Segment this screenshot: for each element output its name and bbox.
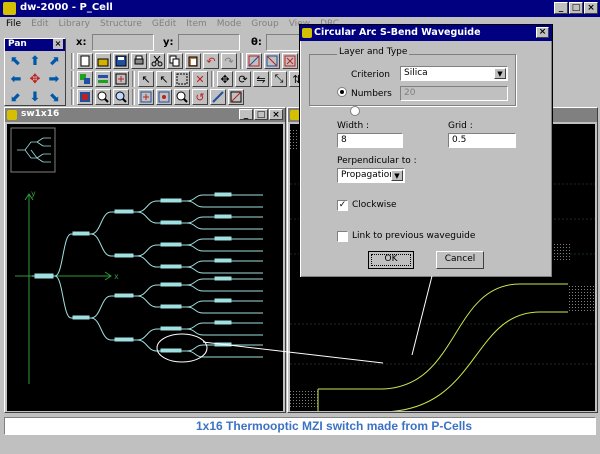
callout-lines [202, 275, 433, 364]
